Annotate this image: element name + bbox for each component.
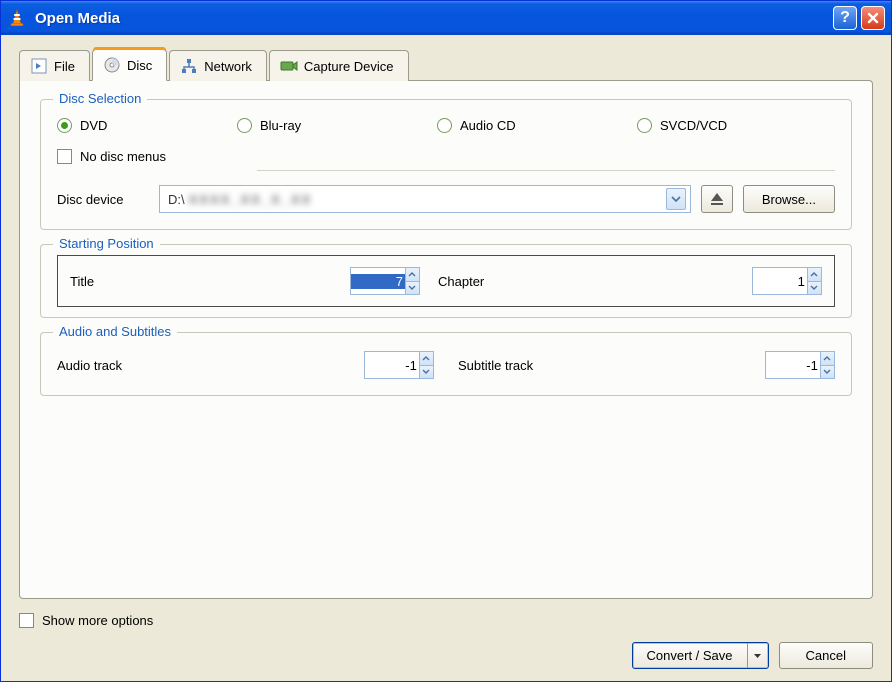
subtitle-track-value[interactable]	[766, 358, 820, 373]
starting-position-row: Title Chapter	[57, 255, 835, 307]
radio-dvd-label: DVD	[80, 118, 107, 133]
group-audio-subtitles: Audio and Subtitles Audio track	[40, 332, 852, 396]
no-disc-menus-checkbox[interactable]: No disc menus	[57, 149, 835, 164]
audio-track-label: Audio track	[57, 358, 337, 373]
window-title: Open Media	[35, 10, 829, 27]
spinner-up-icon[interactable]	[405, 268, 419, 282]
disc-device-label: Disc device	[57, 192, 149, 207]
button-row: Convert / Save Cancel	[19, 642, 873, 669]
spinner-up-icon[interactable]	[419, 352, 433, 366]
chapter-spinner[interactable]	[752, 267, 822, 295]
tab-capture-label: Capture Device	[304, 59, 394, 74]
checkbox-icon	[19, 613, 34, 628]
browse-button[interactable]: Browse...	[743, 185, 835, 213]
tab-file-label: File	[54, 59, 75, 74]
disc-device-row: Disc device D:\ XXXX_XX_X_XX Browse...	[57, 185, 835, 213]
disc-device-value: XXXX_XX_X_XX	[189, 192, 666, 207]
spinner-down-icon[interactable]	[419, 366, 433, 379]
radio-icon	[437, 118, 452, 133]
checkbox-icon	[57, 149, 72, 164]
title-value[interactable]	[351, 274, 405, 289]
radio-svcd-label: SVCD/VCD	[660, 118, 727, 133]
radio-icon	[237, 118, 252, 133]
titlebar: Open Media ?	[1, 1, 891, 35]
disc-device-prefix: D:\	[168, 192, 185, 207]
eject-button[interactable]	[701, 185, 733, 213]
tab-panel-disc: Disc Selection DVD Blu-ray Audio CD	[19, 80, 873, 599]
tab-file[interactable]: File	[19, 50, 90, 81]
spinner-up-icon[interactable]	[820, 352, 834, 366]
dialog-footer: Show more options Convert / Save Cancel	[19, 599, 873, 669]
chapter-value[interactable]	[753, 274, 807, 289]
chevron-down-icon[interactable]	[666, 188, 686, 210]
group-starting-position: Starting Position Title Chapter	[40, 244, 852, 318]
file-icon	[30, 57, 48, 75]
cancel-button[interactable]: Cancel	[779, 642, 873, 669]
subtitle-track-spinner[interactable]	[765, 351, 835, 379]
show-more-options-label: Show more options	[42, 613, 153, 628]
no-disc-menus-label: No disc menus	[80, 149, 166, 164]
group-disc-selection: Disc Selection DVD Blu-ray Audio CD	[40, 99, 852, 230]
audio-track-spinner[interactable]	[364, 351, 434, 379]
tab-disc-label: Disc	[127, 58, 152, 73]
chevron-down-icon[interactable]	[748, 643, 768, 668]
capture-icon	[280, 57, 298, 75]
divider	[257, 170, 835, 171]
open-media-dialog: Open Media ? File Disc	[0, 0, 892, 682]
audio-track-value[interactable]	[365, 358, 419, 373]
disc-device-combo[interactable]: D:\ XXXX_XX_X_XX	[159, 185, 691, 213]
radio-icon	[637, 118, 652, 133]
radio-audiocd-label: Audio CD	[460, 118, 516, 133]
radio-bluray-label: Blu-ray	[260, 118, 301, 133]
convert-save-button[interactable]: Convert / Save	[632, 642, 769, 669]
radio-dvd[interactable]: DVD	[57, 118, 237, 133]
convert-save-label: Convert / Save	[633, 643, 748, 668]
spinner-down-icon[interactable]	[807, 282, 821, 295]
network-icon	[180, 57, 198, 75]
tab-network-label: Network	[204, 59, 252, 74]
title-spinner[interactable]	[350, 267, 420, 295]
tab-disc[interactable]: Disc	[92, 49, 167, 81]
disc-icon	[103, 56, 121, 74]
group-disc-selection-legend: Disc Selection	[53, 91, 147, 106]
spinner-down-icon[interactable]	[820, 366, 834, 379]
dialog-content: File Disc Network Capture Device	[1, 35, 891, 681]
close-button[interactable]	[861, 6, 885, 30]
disc-type-radios: DVD Blu-ray Audio CD SVCD/VCD	[57, 118, 835, 133]
audio-subtitles-row: Audio track Subtitle track	[57, 351, 835, 379]
group-audio-subtitles-legend: Audio and Subtitles	[53, 324, 177, 339]
group-starting-position-legend: Starting Position	[53, 236, 160, 251]
radio-svcd[interactable]: SVCD/VCD	[637, 118, 727, 133]
spinner-up-icon[interactable]	[807, 268, 821, 282]
vlc-cone-icon	[7, 8, 27, 28]
eject-icon	[709, 192, 725, 206]
subtitle-track-label: Subtitle track	[458, 358, 765, 373]
title-label: Title	[70, 274, 210, 289]
show-more-options-checkbox[interactable]: Show more options	[19, 613, 873, 628]
help-button[interactable]: ?	[833, 6, 857, 30]
spinner-down-icon[interactable]	[405, 282, 419, 295]
help-icon: ?	[840, 9, 850, 27]
radio-icon	[57, 118, 72, 133]
close-icon	[867, 12, 879, 24]
tab-network[interactable]: Network	[169, 50, 267, 81]
tabs-bar: File Disc Network Capture Device	[19, 49, 873, 81]
chapter-label: Chapter	[438, 274, 752, 289]
tab-capture[interactable]: Capture Device	[269, 50, 409, 81]
radio-bluray[interactable]: Blu-ray	[237, 118, 437, 133]
radio-audiocd[interactable]: Audio CD	[437, 118, 637, 133]
